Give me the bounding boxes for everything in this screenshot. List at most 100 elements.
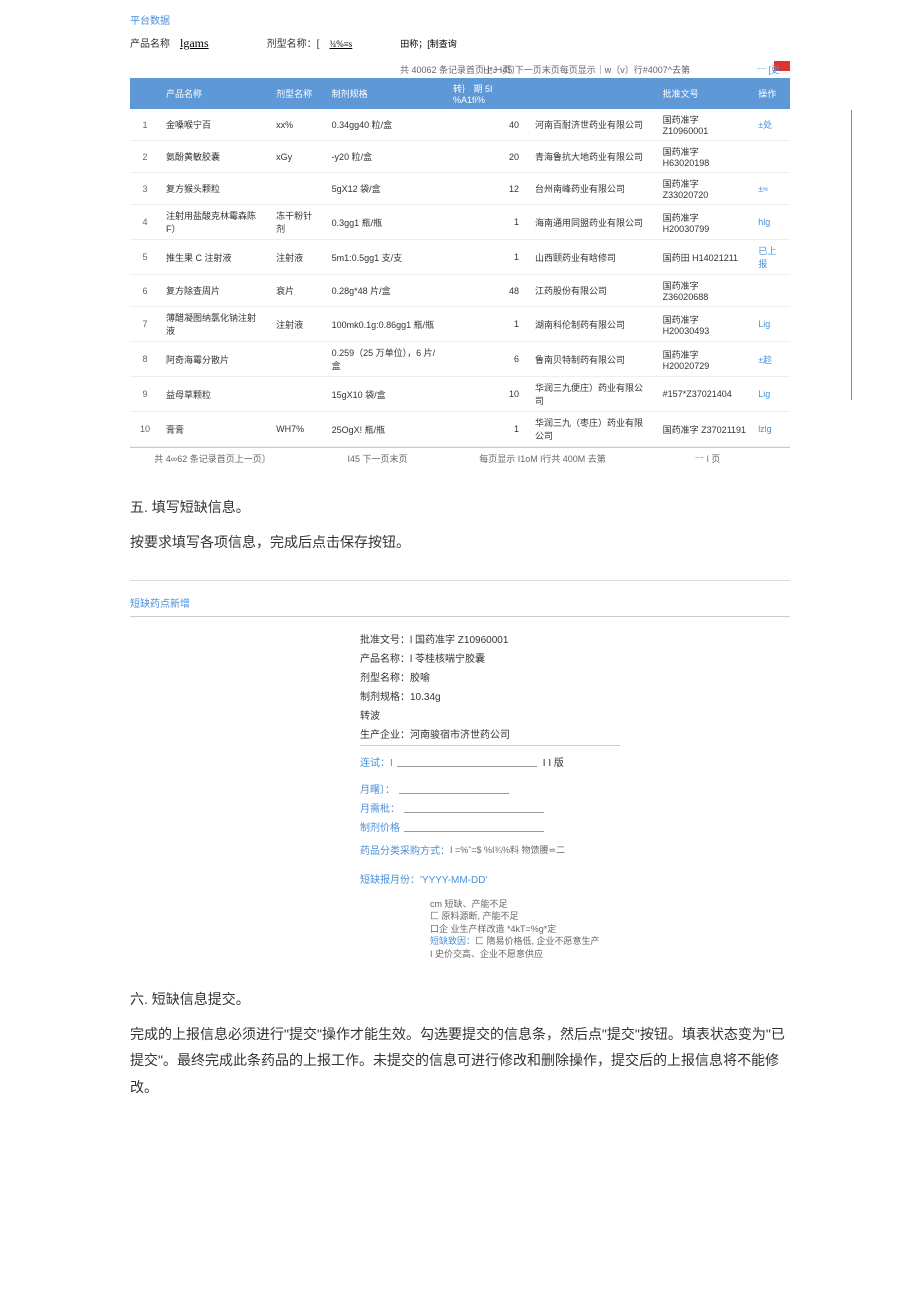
reason-1[interactable]: cm 短缺、产能不足 — [430, 898, 920, 911]
cell-qty: 1 — [447, 307, 529, 342]
cell-name: 膏膏 — [160, 412, 270, 447]
f-approval: 批准文号：l 国药准字 Z10960001 — [360, 631, 508, 646]
pag-b-3: 每页显示 I1oM l行共 400M 去第 — [460, 452, 625, 465]
cell-name: 复方猴头颗粒 — [160, 173, 270, 205]
cell-mfr: 鲁南贝特制药有限公司 — [529, 342, 657, 377]
f-yuexu-input[interactable] — [404, 801, 544, 813]
pagination-top-left: 共 40062 条记录首页上一页〕 — [130, 63, 790, 76]
cell-op[interactable] — [752, 141, 790, 173]
pagination-bottom: 共 4∞62 条记录首页上一页〕 I45 下一页末页 每页显示 I1oM l行共… — [130, 447, 790, 469]
cell-op[interactable]: ±处 — [752, 109, 790, 141]
cell-dosage — [270, 342, 325, 377]
cell-dosage: 衰片 — [270, 275, 325, 307]
cell-approval: 国药田 H14021211 — [657, 240, 753, 275]
cell-mfr: 华润三九（枣庄）药业有限公司 — [529, 412, 657, 447]
reason-5[interactable]: I 史价交高、企业不愿意供应 — [430, 948, 920, 961]
search-row: 产品名称 lgams 剂型名称：[ ¾%≡s 田称；[制查询 — [0, 33, 920, 61]
platform-label: 平台数据 — [0, 0, 920, 33]
cell-qty: 20 — [447, 141, 529, 173]
cell-approval: 国药准字 Z10960001 — [657, 109, 753, 141]
pagination-top: 共 40062 条记录首页上一页〕 H²J I45 下一页末页每页显示｜w〔v〕… — [130, 61, 790, 78]
cell-spec: 0.3gg1 瓶/瓶 — [326, 205, 447, 240]
cell-op[interactable]: ±≈ — [752, 173, 790, 205]
cell-dosage — [270, 173, 325, 205]
cell-spec: 25OgX! 瓶/瓶 — [326, 412, 447, 447]
f-procure-value: I =%˜=$ %I¾%料 物馈腰⋍二 — [450, 843, 565, 856]
f-kucun-btn[interactable]: I I 版 — [543, 754, 564, 769]
cell-name: 复方除查周片 — [160, 275, 270, 307]
dosage-form-input[interactable]: ¾%≡s — [327, 39, 354, 49]
cell-mfr: 江药股份有限公司 — [529, 275, 657, 307]
cell-qty: 1 — [447, 412, 529, 447]
table-row: 9益母草颗粒15gX10 袋/盒10华润三九便庄）药业有限公司#157*Z370… — [130, 377, 790, 412]
cell-name: 注射用盐酸克林霉森陈 F） — [160, 205, 270, 240]
table-section: ⁻⁻ [更 共 40062 条记录首页上一页〕 H²J I45 下一页末页每页显… — [130, 61, 790, 469]
reason-4[interactable]: 匚 隋易价格低, 企业不愿意生产 — [475, 936, 600, 946]
f-yuexu-label: 月需枇： — [360, 800, 400, 815]
product-name-input[interactable]: lgams — [178, 36, 211, 51]
table-row: 3复方猴头颗粒5gX12 袋/盒12台州南峰药业有限公司国药准字 Z330207… — [130, 173, 790, 205]
cell-qty: 12 — [447, 173, 529, 205]
cell-qty: 48 — [447, 275, 529, 307]
cell-idx: 6 — [130, 275, 160, 307]
cell-mfr: 海南通用同盟药业有限公司 — [529, 205, 657, 240]
cell-op[interactable]: Lig — [752, 377, 790, 412]
cell-qty: 10 — [447, 377, 529, 412]
cell-op[interactable]: ±趁 — [752, 342, 790, 377]
cell-name: 益母草颗粒 — [160, 377, 270, 412]
cell-spec: 0.28g*48 片/盒 — [326, 275, 447, 307]
cell-spec: 0.259（25 万单位），6 片/盒 — [326, 342, 447, 377]
f-yuejun-input[interactable] — [399, 782, 509, 794]
table-row: 4注射用盐酸克林霉森陈 F）冻干粉针剂0.3gg1 瓶/瓶1海南通用同盟药业有限… — [130, 205, 790, 240]
reason-2[interactable]: 匚 原料源断, 产能不足 — [430, 910, 920, 923]
cell-op[interactable]: Lig — [752, 307, 790, 342]
cell-op[interactable] — [752, 275, 790, 307]
reason-3[interactable]: 口企 业生产样改造 *4kT=%g*定 — [430, 923, 920, 936]
f-product: 产品名称：l 苓桂核喘宁胶囊 — [360, 650, 485, 665]
cell-op[interactable]: 已上报 — [752, 240, 790, 275]
table-row: 5推生果 C 注射液注射液5m1:0.5gg1 支/支1山西颐药业有晗修司国药田… — [130, 240, 790, 275]
table-row: 8阿奇海霉分散片0.259（25 万单位），6 片/盒6鲁南贝特制药有限公司国药… — [130, 342, 790, 377]
table-row: 1金嗓喉宁百xx%0.34gg40 粒/盒40河南百耐济世药业有限公司国药准字 … — [130, 109, 790, 141]
th-mfr — [529, 78, 657, 109]
query-label: 田称；[制查询 — [400, 37, 457, 50]
cell-approval: 国药准字 H20020729 — [657, 342, 753, 377]
f-mfr: 生产企业：河南骏宿市济世药公司 — [360, 726, 510, 741]
cell-idx: 2 — [130, 141, 160, 173]
cell-op[interactable]: hlg — [752, 205, 790, 240]
cell-spec: 5gX12 袋/盒 — [326, 173, 447, 205]
cell-spec: 0.34gg40 粒/盒 — [326, 109, 447, 141]
more-link[interactable]: ⁻⁻ [更 — [756, 63, 780, 76]
cell-approval: 国药准字 H20030493 — [657, 307, 753, 342]
cell-idx: 3 — [130, 173, 160, 205]
cell-mfr: 台州南峰药业有限公司 — [529, 173, 657, 205]
f-price-input[interactable] — [404, 820, 544, 832]
f-spec: 制剂规格：10.34g — [360, 688, 441, 703]
cell-spec: -y20 粒/盒 — [326, 141, 447, 173]
cell-name: 阿奇海霉分散片 — [160, 342, 270, 377]
cell-spec: 100mk0.1g:0.86gg1 瓶/瓶 — [326, 307, 447, 342]
pag-b-2: I45 下一页末页 — [295, 452, 460, 465]
cell-dosage: xGy — [270, 141, 325, 173]
f-kucun-input[interactable] — [397, 755, 537, 767]
pag-b-1: 共 4∞62 条记录首页上一页〕 — [130, 452, 295, 465]
cell-qty: 40 — [447, 109, 529, 141]
cell-mfr: 湖南科伦制药有限公司 — [529, 307, 657, 342]
cell-idx: 8 — [130, 342, 160, 377]
th-name: 产品名称 — [160, 78, 270, 109]
section6-body: 完成的上报信息必须进行"提交"操作才能生效。勾选要提交的信息条，然后点"提交"按… — [0, 1021, 920, 1121]
table-row: 10膏膏WH7%25OgX! 瓶/瓶1华润三九（枣庄）药业有限公司国药准字 Z3… — [130, 412, 790, 447]
cell-name: 氨酚黄敏胶囊 — [160, 141, 270, 173]
f-date-label: 短缺报月份：'YYYY-MM-DD' — [360, 871, 487, 886]
f-transfer: 转波 — [360, 707, 380, 722]
pag-b-4: ⁻⁻ l 页 — [625, 452, 790, 465]
f-procure-label: 药品分类采购方式： — [360, 842, 450, 857]
cell-mfr: 华润三九便庄）药业有限公司 — [529, 377, 657, 412]
th-idx — [130, 78, 160, 109]
reason-label: 短缺致因： — [430, 936, 475, 946]
cell-name: 推生果 C 注射液 — [160, 240, 270, 275]
section6-title: 六. 短缺信息提交。 — [0, 961, 920, 1021]
divider-2 — [130, 616, 790, 617]
cell-op[interactable]: lzlg — [752, 412, 790, 447]
cell-idx: 4 — [130, 205, 160, 240]
